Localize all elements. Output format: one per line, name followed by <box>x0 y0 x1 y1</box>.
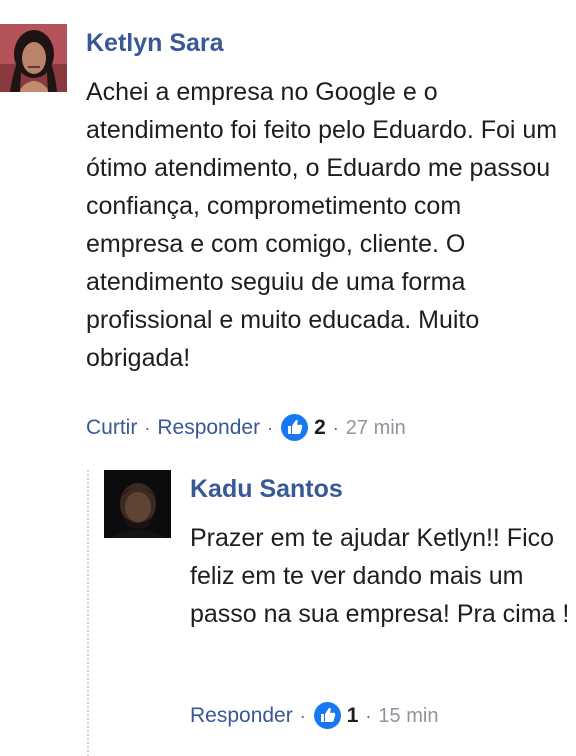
avatar[interactable] <box>104 470 171 538</box>
reaction-count[interactable]: 1 <box>347 703 359 729</box>
thread-line <box>87 470 89 756</box>
reply-text: Prazer em te ajudar Ketlyn!! Fico feliz … <box>190 524 570 628</box>
reaction-count[interactable]: 2 <box>314 415 326 441</box>
timestamp[interactable]: 15 min <box>378 703 438 729</box>
separator: · <box>144 417 151 438</box>
comment-author-name[interactable]: Ketlyn Sara <box>86 28 224 58</box>
thumbs-up-icon[interactable] <box>313 702 341 729</box>
separator: · <box>365 705 372 726</box>
like-link[interactable]: Curtir <box>86 415 137 441</box>
thumbs-up-icon[interactable] <box>281 414 309 441</box>
separator: · <box>267 417 274 438</box>
comment-actions: Curtir · Responder · 2 · 27 min <box>86 414 406 441</box>
reply-link[interactable]: Responder <box>190 703 293 729</box>
avatar[interactable] <box>0 24 67 92</box>
comment-thread: Ketlyn Sara Achei a empresa no Google e … <box>0 0 576 756</box>
timestamp[interactable]: 27 min <box>346 415 406 441</box>
comment-text: Achei a empresa no Google e o atendiment… <box>86 78 558 372</box>
reply-link[interactable]: Responder <box>157 415 260 441</box>
separator: · <box>332 417 339 438</box>
separator: · <box>299 705 306 726</box>
reply-author-name[interactable]: Kadu Santos <box>190 474 343 504</box>
reply-actions: Responder · 1 · 15 min <box>190 702 438 729</box>
